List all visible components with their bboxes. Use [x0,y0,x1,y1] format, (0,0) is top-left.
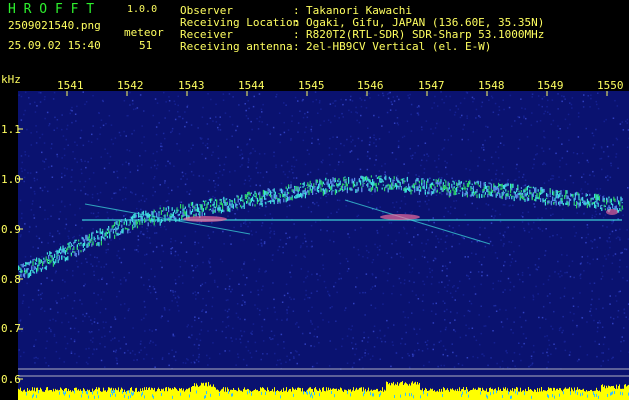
file-name: 2509021540.png [8,19,101,32]
info-label: Receiving Location [180,16,300,29]
info-value: Ogaki, Gifu, JAPAN (136.60E, 35.35N) [306,16,545,29]
info-value: 2el-HB9CV Vertical (el. E-W) [306,40,492,53]
spectrogram-background [18,91,629,400]
y-tick-label: 0.6 [1,373,21,386]
app-title: H R O F F T [8,2,95,17]
meteor-count: 51 [139,39,153,52]
info-sep: : [293,16,300,29]
y-tick-label: 1.0 [1,173,21,186]
file-datetime: 25.09.02 15:40 [8,39,101,52]
meteor-label: meteor [124,26,164,39]
info-value: R820T2(RTL-SDR) SDR-Sharp 53.1000MHz [306,28,545,41]
info-label: Receiving antenna [180,40,293,53]
y-tick-label: 0.9 [1,223,21,236]
app-version: 1.0.0 [127,4,158,15]
spectrogram: 1.1 1.0 0.9 0.8 0.7 0.6 [1,91,629,400]
info-sep: : [293,4,300,17]
y-tick-label: 0.8 [1,273,21,286]
y-tick-label: 1.1 [1,123,21,136]
info-sep: : [293,40,300,53]
info-label: Receiver [180,28,233,41]
info-sep: : [293,28,300,41]
info-value: Takanori Kawachi [306,4,412,17]
y-tick-label: 0.7 [1,322,21,335]
y-axis-ticks: 1.1 1.0 0.9 0.8 0.7 0.6 [1,123,21,386]
info-label: Observer [180,4,233,17]
